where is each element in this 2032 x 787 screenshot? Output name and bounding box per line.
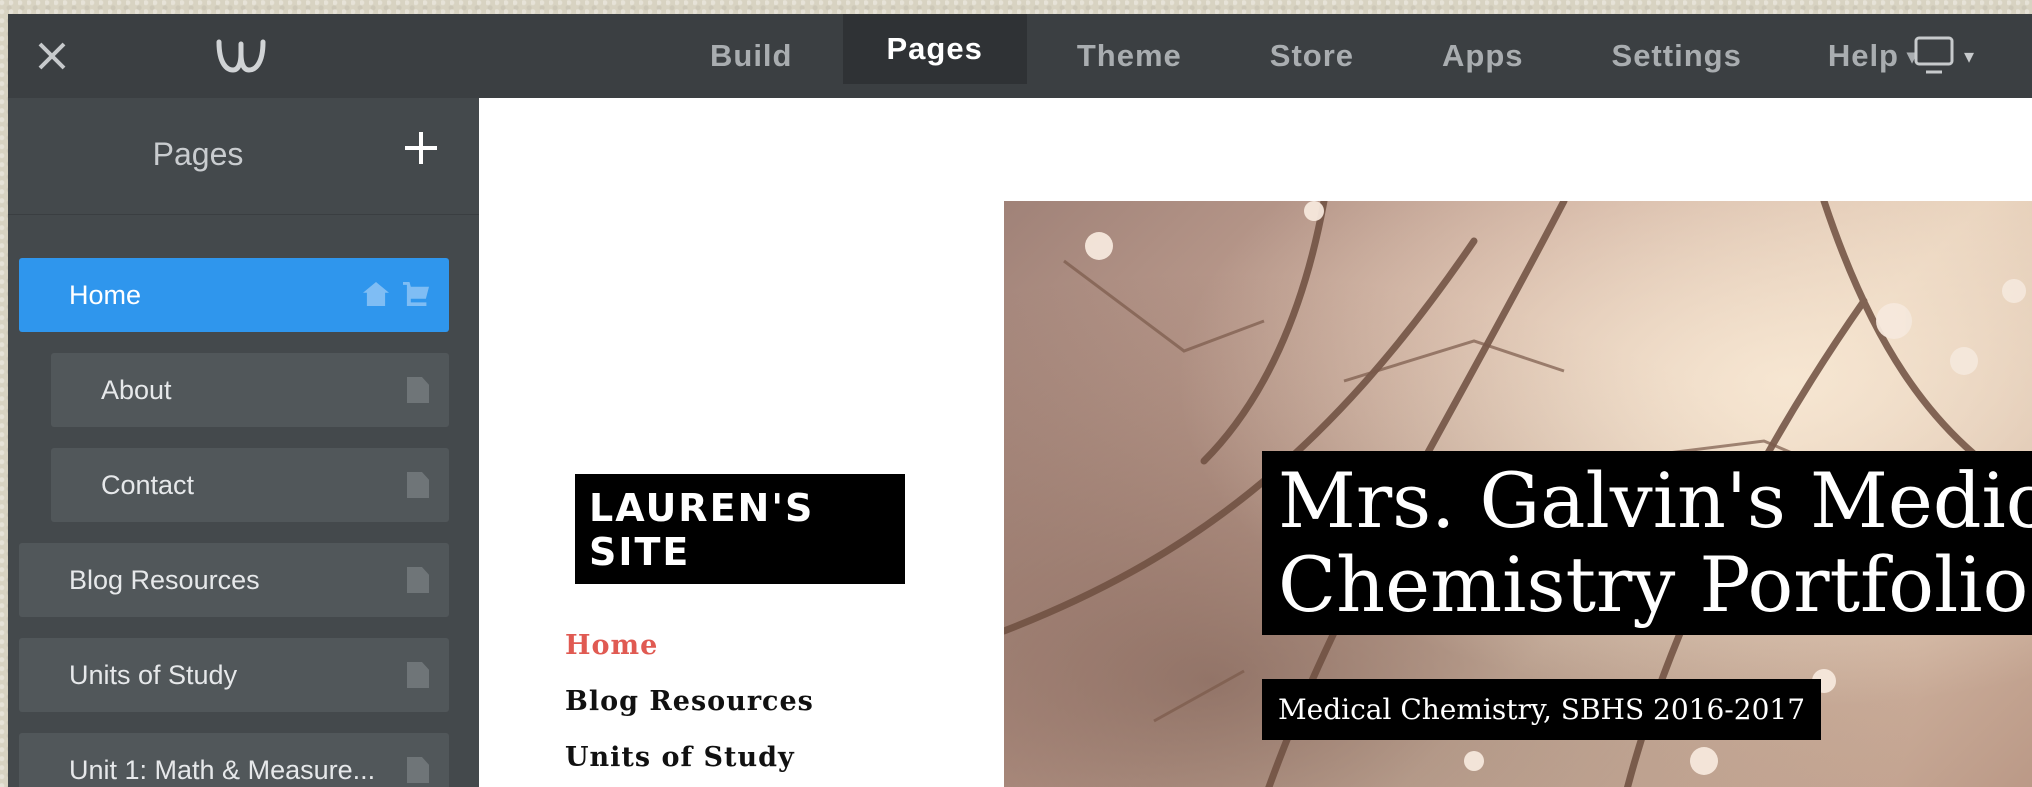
sidebar-header: Pages xyxy=(8,98,479,215)
sidebar-item-contact[interactable]: Contact xyxy=(51,448,449,522)
hero-title-line1: Mrs. Galvin's Medic xyxy=(1278,456,2032,545)
desktop-device-icon[interactable]: ▾ xyxy=(1912,28,1982,84)
monitor-icon xyxy=(1914,36,1954,74)
pages-sidebar: Pages Home About Contact Blog Resources … xyxy=(8,98,479,787)
site-nav-blog-resources[interactable]: Blog Resources xyxy=(565,674,814,730)
sidebar-item-label: Contact xyxy=(101,469,195,500)
site-nav-home[interactable]: Home xyxy=(565,618,814,674)
tab-apps[interactable]: Apps xyxy=(1398,14,1568,98)
cart-icon xyxy=(403,282,429,306)
tab-theme[interactable]: Theme xyxy=(1033,14,1226,98)
weebly-logo[interactable] xyxy=(213,34,269,78)
tab-pages[interactable]: Pages xyxy=(842,14,1027,84)
sidebar-item-label: Units of Study xyxy=(69,659,238,690)
hero-banner[interactable]: Mrs. Galvin's Medic Chemistry Portfolio … xyxy=(1004,201,2032,787)
sidebar-item-label: Home xyxy=(69,279,142,310)
sidebar-item-home[interactable]: Home xyxy=(19,258,449,332)
close-icon[interactable] xyxy=(28,32,76,80)
site-logo[interactable]: LAUREN'S SITE xyxy=(575,474,905,584)
site-nav-units-of-study[interactable]: Units of Study xyxy=(565,730,814,786)
tab-store[interactable]: Store xyxy=(1226,14,1398,98)
page-icon xyxy=(407,757,429,783)
tab-help-label: Help xyxy=(1827,38,1899,73)
page-icon xyxy=(407,662,429,688)
sidebar-item-about[interactable]: About xyxy=(51,353,449,427)
add-page-button[interactable] xyxy=(403,130,439,166)
sidebar-item-units-of-study[interactable]: Units of Study xyxy=(19,638,449,712)
editor-window: Build Pages Theme Store Apps Settings He… xyxy=(8,14,2032,787)
home-icon xyxy=(363,282,389,306)
top-bar: Build Pages Theme Store Apps Settings He… xyxy=(8,14,2032,98)
page-icon xyxy=(407,472,429,498)
page-icon xyxy=(407,567,429,593)
device-chevron-icon: ▾ xyxy=(1964,45,1975,68)
sidebar-item-blog-resources[interactable]: Blog Resources xyxy=(19,543,449,617)
sidebar-item-label: Blog Resources xyxy=(69,564,260,595)
sidebar-item-label: Unit 1: Math & Measure... xyxy=(69,754,376,785)
hero-title[interactable]: Mrs. Galvin's Medic Chemistry Portfolio xyxy=(1262,451,2032,635)
tab-settings[interactable]: Settings xyxy=(1568,14,1786,98)
sidebar-title: Pages xyxy=(152,136,244,172)
sidebar-item-label: About xyxy=(101,374,172,405)
tab-build[interactable]: Build xyxy=(666,14,837,98)
hero-title-line2: Chemistry Portfolio xyxy=(1278,540,2029,629)
sidebar-item-unit-1[interactable]: Unit 1: Math & Measure... xyxy=(19,733,449,787)
hero-subtitle[interactable]: Medical Chemistry, SBHS 2016-2017 xyxy=(1262,679,1822,740)
main-nav: Build Pages Theme Store Apps Settings He… xyxy=(666,14,1960,98)
page-icon xyxy=(407,377,429,403)
site-preview: LAUREN'S SITE Home Blog Resources Units … xyxy=(479,98,2032,787)
site-nav: Home Blog Resources Units of Study xyxy=(565,618,814,786)
